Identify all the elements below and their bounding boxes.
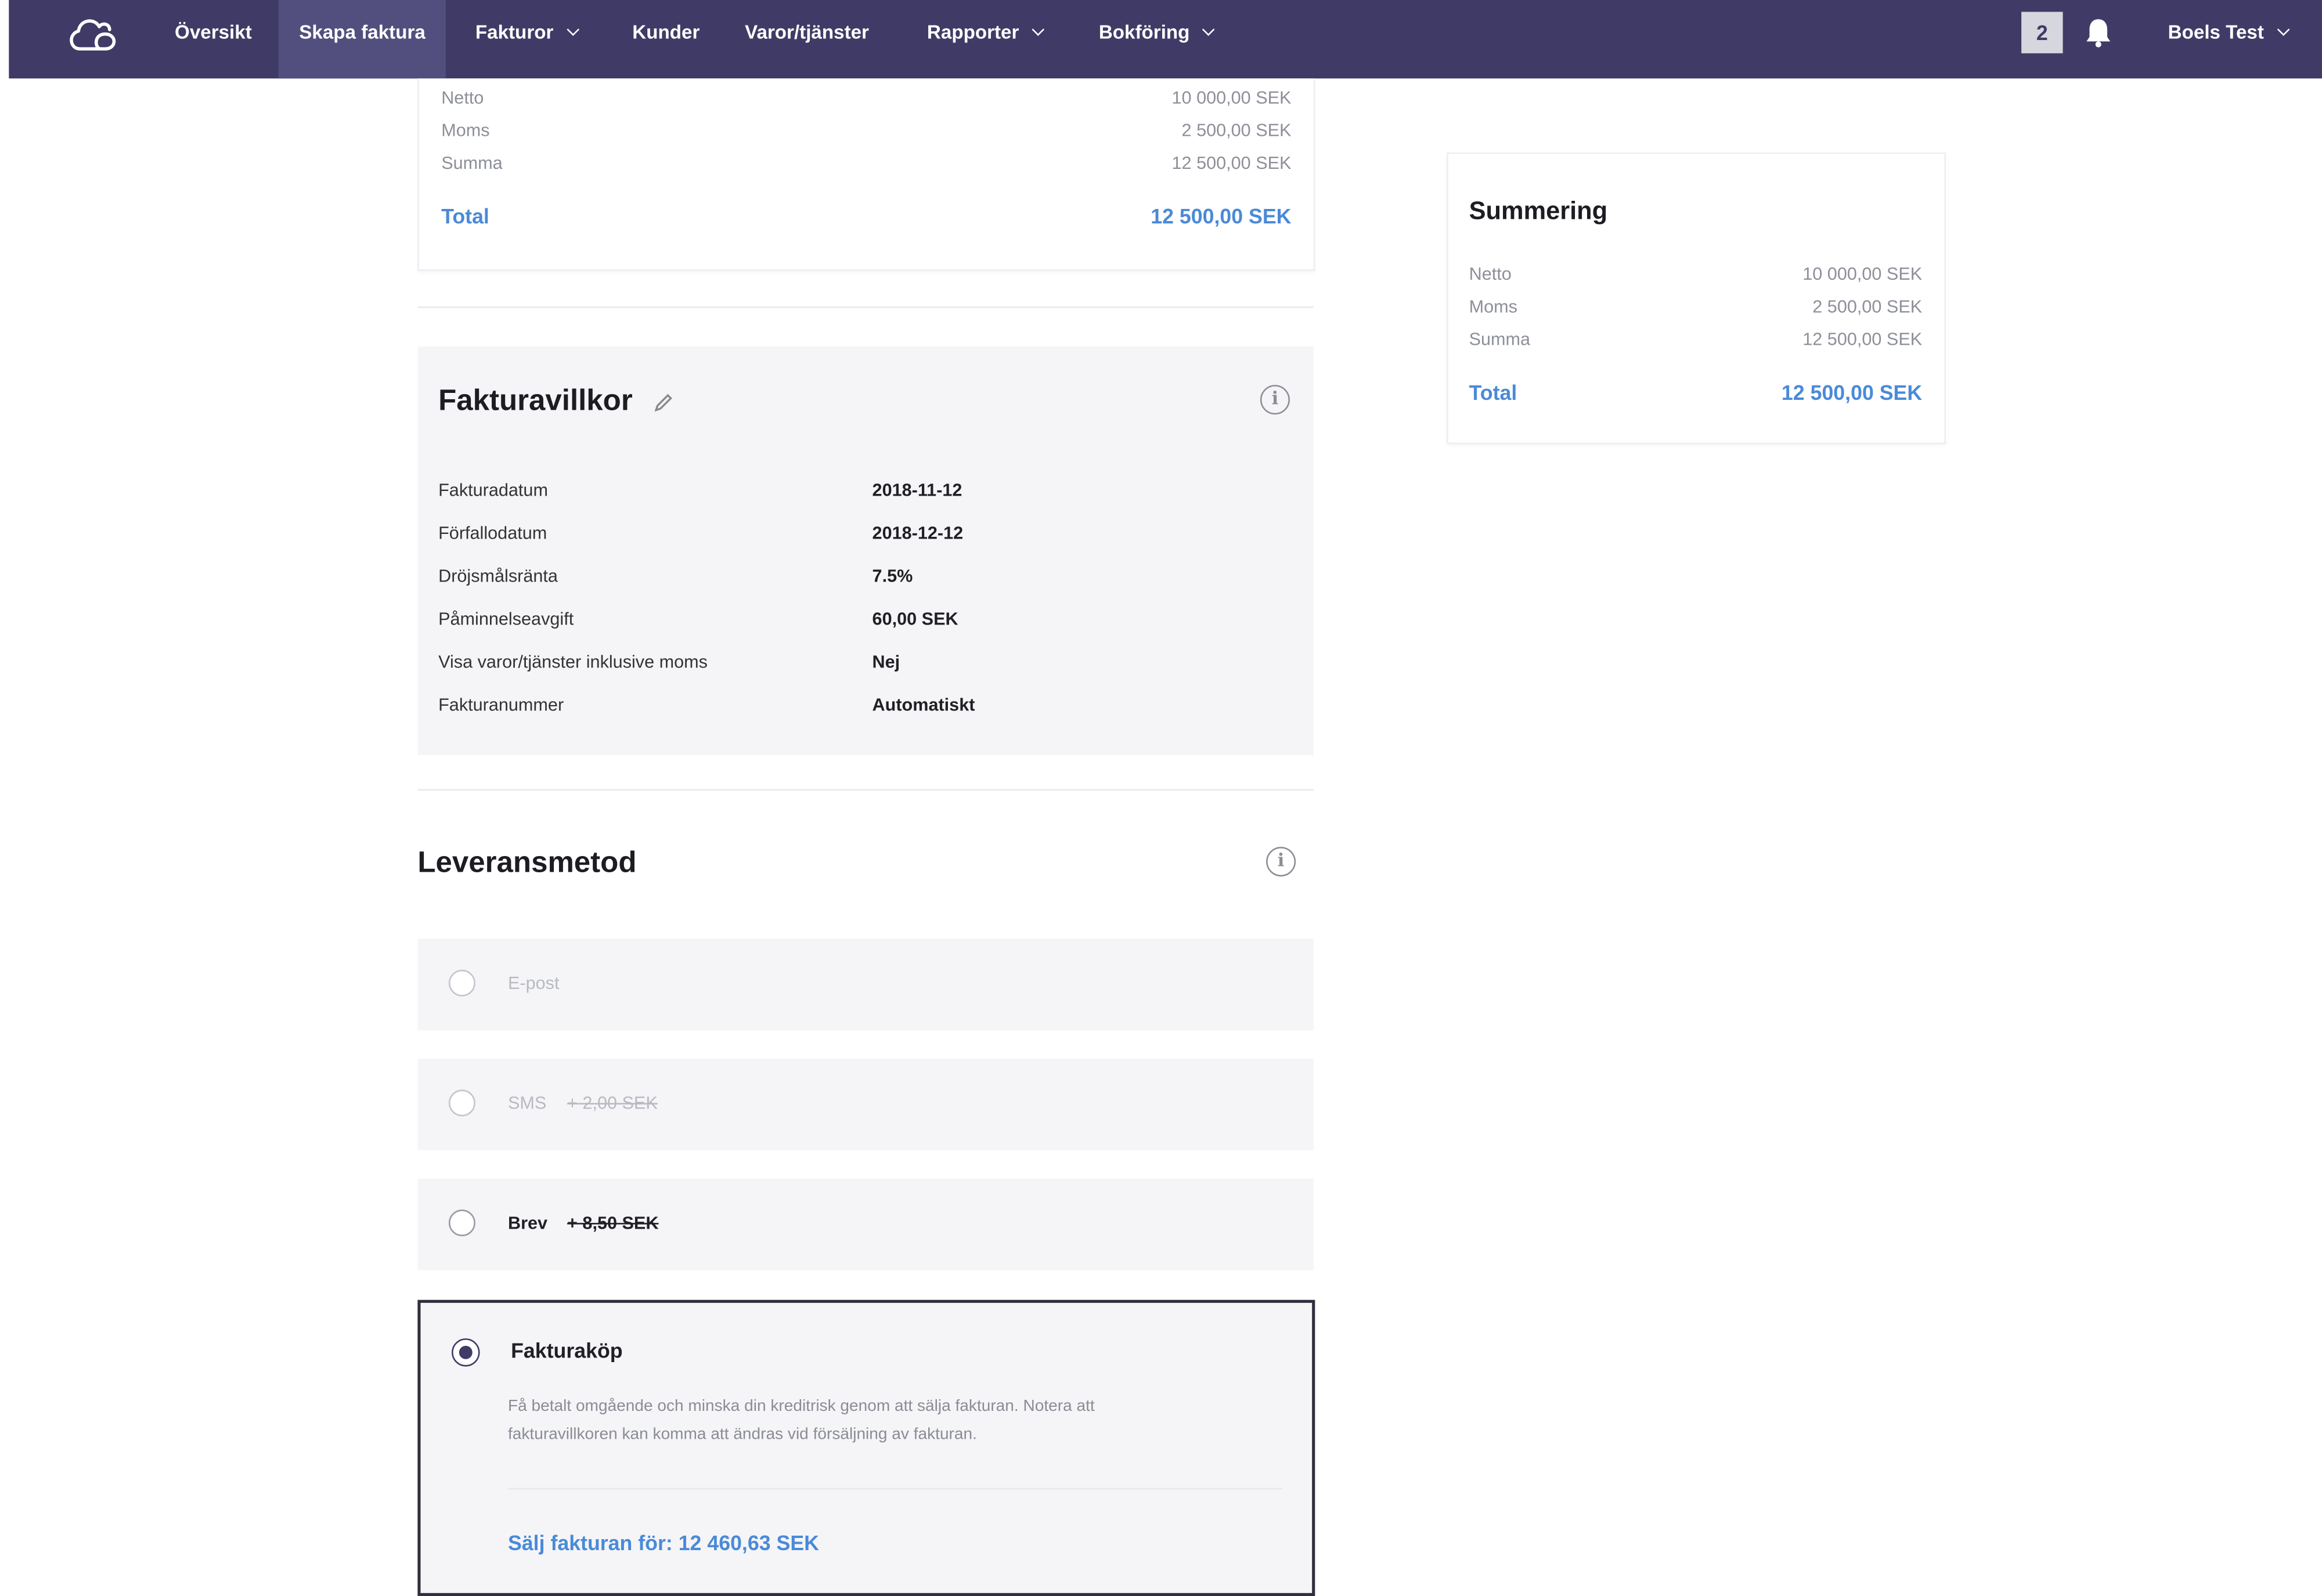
chevron-down-icon: [2277, 23, 2289, 36]
terms-label-fakturadatum: Fakturadatum: [438, 479, 548, 501]
nav-item-rapporter[interactable]: Rapporter: [926, 0, 1045, 65]
terms-label-paminnelseavgift: Påminnelseavgift: [438, 608, 574, 630]
delivery-option-brev[interactable]: Brev + 8,50 SEK: [417, 1178, 1314, 1270]
chevron-down-icon: [1202, 23, 1216, 36]
moms-label: Moms: [1469, 296, 1517, 317]
moms-value: 2 500,00 SEK: [1812, 296, 1923, 317]
radio-button[interactable]: [448, 1209, 475, 1237]
terms-value-fakturanummer: Automatiskt: [872, 694, 975, 716]
delivery-option-label: Fakturaköp: [511, 1338, 623, 1362]
nav-item-fakturor[interactable]: Fakturor: [475, 0, 579, 65]
delivery-option-label: Brev: [507, 1212, 548, 1233]
terms-value-forfallodatum: 2018-12-12: [872, 522, 964, 544]
total-value: 12 500,00 SEK: [1151, 204, 1292, 228]
moms-label: Moms: [441, 120, 490, 141]
radio-button[interactable]: [448, 1089, 475, 1117]
summa-label: Summa: [441, 152, 503, 174]
section-divider: [507, 1487, 1283, 1490]
user-name: Boels Test: [2168, 20, 2264, 43]
nav-item-oversikt[interactable]: Översikt: [175, 0, 252, 65]
terms-label-visa-moms: Visa varor/tjänster inklusive moms: [438, 651, 708, 673]
summa-value: 12 500,00 SEK: [1802, 328, 1923, 350]
netto-value: 10 000,00 SEK: [1171, 87, 1292, 109]
info-icon[interactable]: i: [1260, 385, 1290, 415]
total-label: Total: [1469, 380, 1517, 405]
terms-label-fakturanummer: Fakturanummer: [438, 694, 564, 716]
terms-value-paminnelseavgift: 60,00 SEK: [872, 608, 958, 630]
terms-value-fakturadatum: 2018-11-12: [872, 479, 962, 501]
netto-label: Netto: [1469, 263, 1512, 284]
radio-button-selected[interactable]: [452, 1338, 480, 1367]
invoice-terms-title: Fakturavillkor: [438, 385, 633, 418]
cloud-logo-icon[interactable]: [65, 13, 127, 55]
fakturakop-description-line-2: fakturavillkoren kan komma att ändras vi…: [507, 1425, 977, 1444]
nav-item-skapa-faktura[interactable]: Skapa faktura: [278, 0, 446, 79]
delivery-option-label: SMS: [507, 1092, 547, 1114]
terms-value-drojsmalsranta: 7.5%: [872, 565, 913, 587]
netto-value: 10 000,00 SEK: [1802, 263, 1923, 284]
section-divider: [417, 789, 1314, 791]
info-icon[interactable]: i: [1266, 847, 1296, 877]
terms-value-visa-moms: Nej: [872, 651, 900, 673]
netto-label: Netto: [441, 87, 484, 109]
nav-item-kunder[interactable]: Kunder: [632, 0, 700, 65]
section-divider: [417, 306, 1314, 308]
summering-card: Summering Netto 10 000,00 SEK Moms 2 500…: [1447, 152, 1946, 445]
summa-label: Summa: [1469, 328, 1531, 350]
nav-item-varor-tjanster[interactable]: Varor/tjänster: [745, 0, 869, 65]
radio-button[interactable]: [448, 969, 475, 996]
delivery-option-fakturakop[interactable]: Fakturaköp Få betalt omgående och minska…: [417, 1299, 1315, 1596]
sell-invoice-link[interactable]: Sälj fakturan för: 12 460,63 SEK: [508, 1531, 819, 1555]
user-menu[interactable]: Boels Test: [2168, 0, 2289, 65]
nav-item-label: Rapporter: [926, 20, 1019, 43]
invoice-totals-card: Netto 10 000,00 SEK Moms 2 500,00 SEK Su…: [417, 78, 1315, 271]
moms-value: 2 500,00 SEK: [1181, 120, 1292, 141]
delivery-option-price: + 8,50 SEK: [567, 1212, 659, 1233]
total-value: 12 500,00 SEK: [1781, 380, 1923, 405]
top-nav: Översikt Skapa faktura Fakturor Kunder V…: [9, 0, 2322, 79]
notification-count-badge[interactable]: 2: [2021, 12, 2063, 53]
terms-label-drojsmalsranta: Dröjsmålsränta: [438, 565, 558, 587]
total-label: Total: [441, 204, 489, 228]
delivery-option-epost[interactable]: E-post: [417, 938, 1314, 1031]
terms-label-forfallodatum: Förfallodatum: [438, 522, 547, 544]
summa-value: 12 500,00 SEK: [1171, 152, 1292, 174]
chevron-down-icon: [1032, 23, 1045, 36]
bell-icon[interactable]: [2083, 16, 2113, 49]
invoice-terms-section: Fakturavillkor i Fakturadatum 2018-11-12…: [417, 346, 1314, 756]
edit-pencil-icon[interactable]: [651, 391, 675, 414]
nav-item-label: Fakturor: [475, 20, 554, 43]
summering-title: Summering: [1469, 197, 1608, 225]
delivery-method-title: Leveransmetod: [417, 847, 637, 880]
delivery-option-price: + 2,00 SEK: [567, 1092, 658, 1114]
chevron-down-icon: [566, 23, 579, 36]
nav-item-bokforing[interactable]: Bokföring: [1098, 0, 1216, 65]
delivery-option-label: E-post: [507, 973, 560, 994]
nav-item-label: Bokföring: [1098, 20, 1190, 43]
fakturakop-description-line-1: Få betalt omgående och minska din kredit…: [507, 1398, 1095, 1416]
delivery-option-sms[interactable]: SMS + 2,00 SEK: [417, 1058, 1314, 1151]
